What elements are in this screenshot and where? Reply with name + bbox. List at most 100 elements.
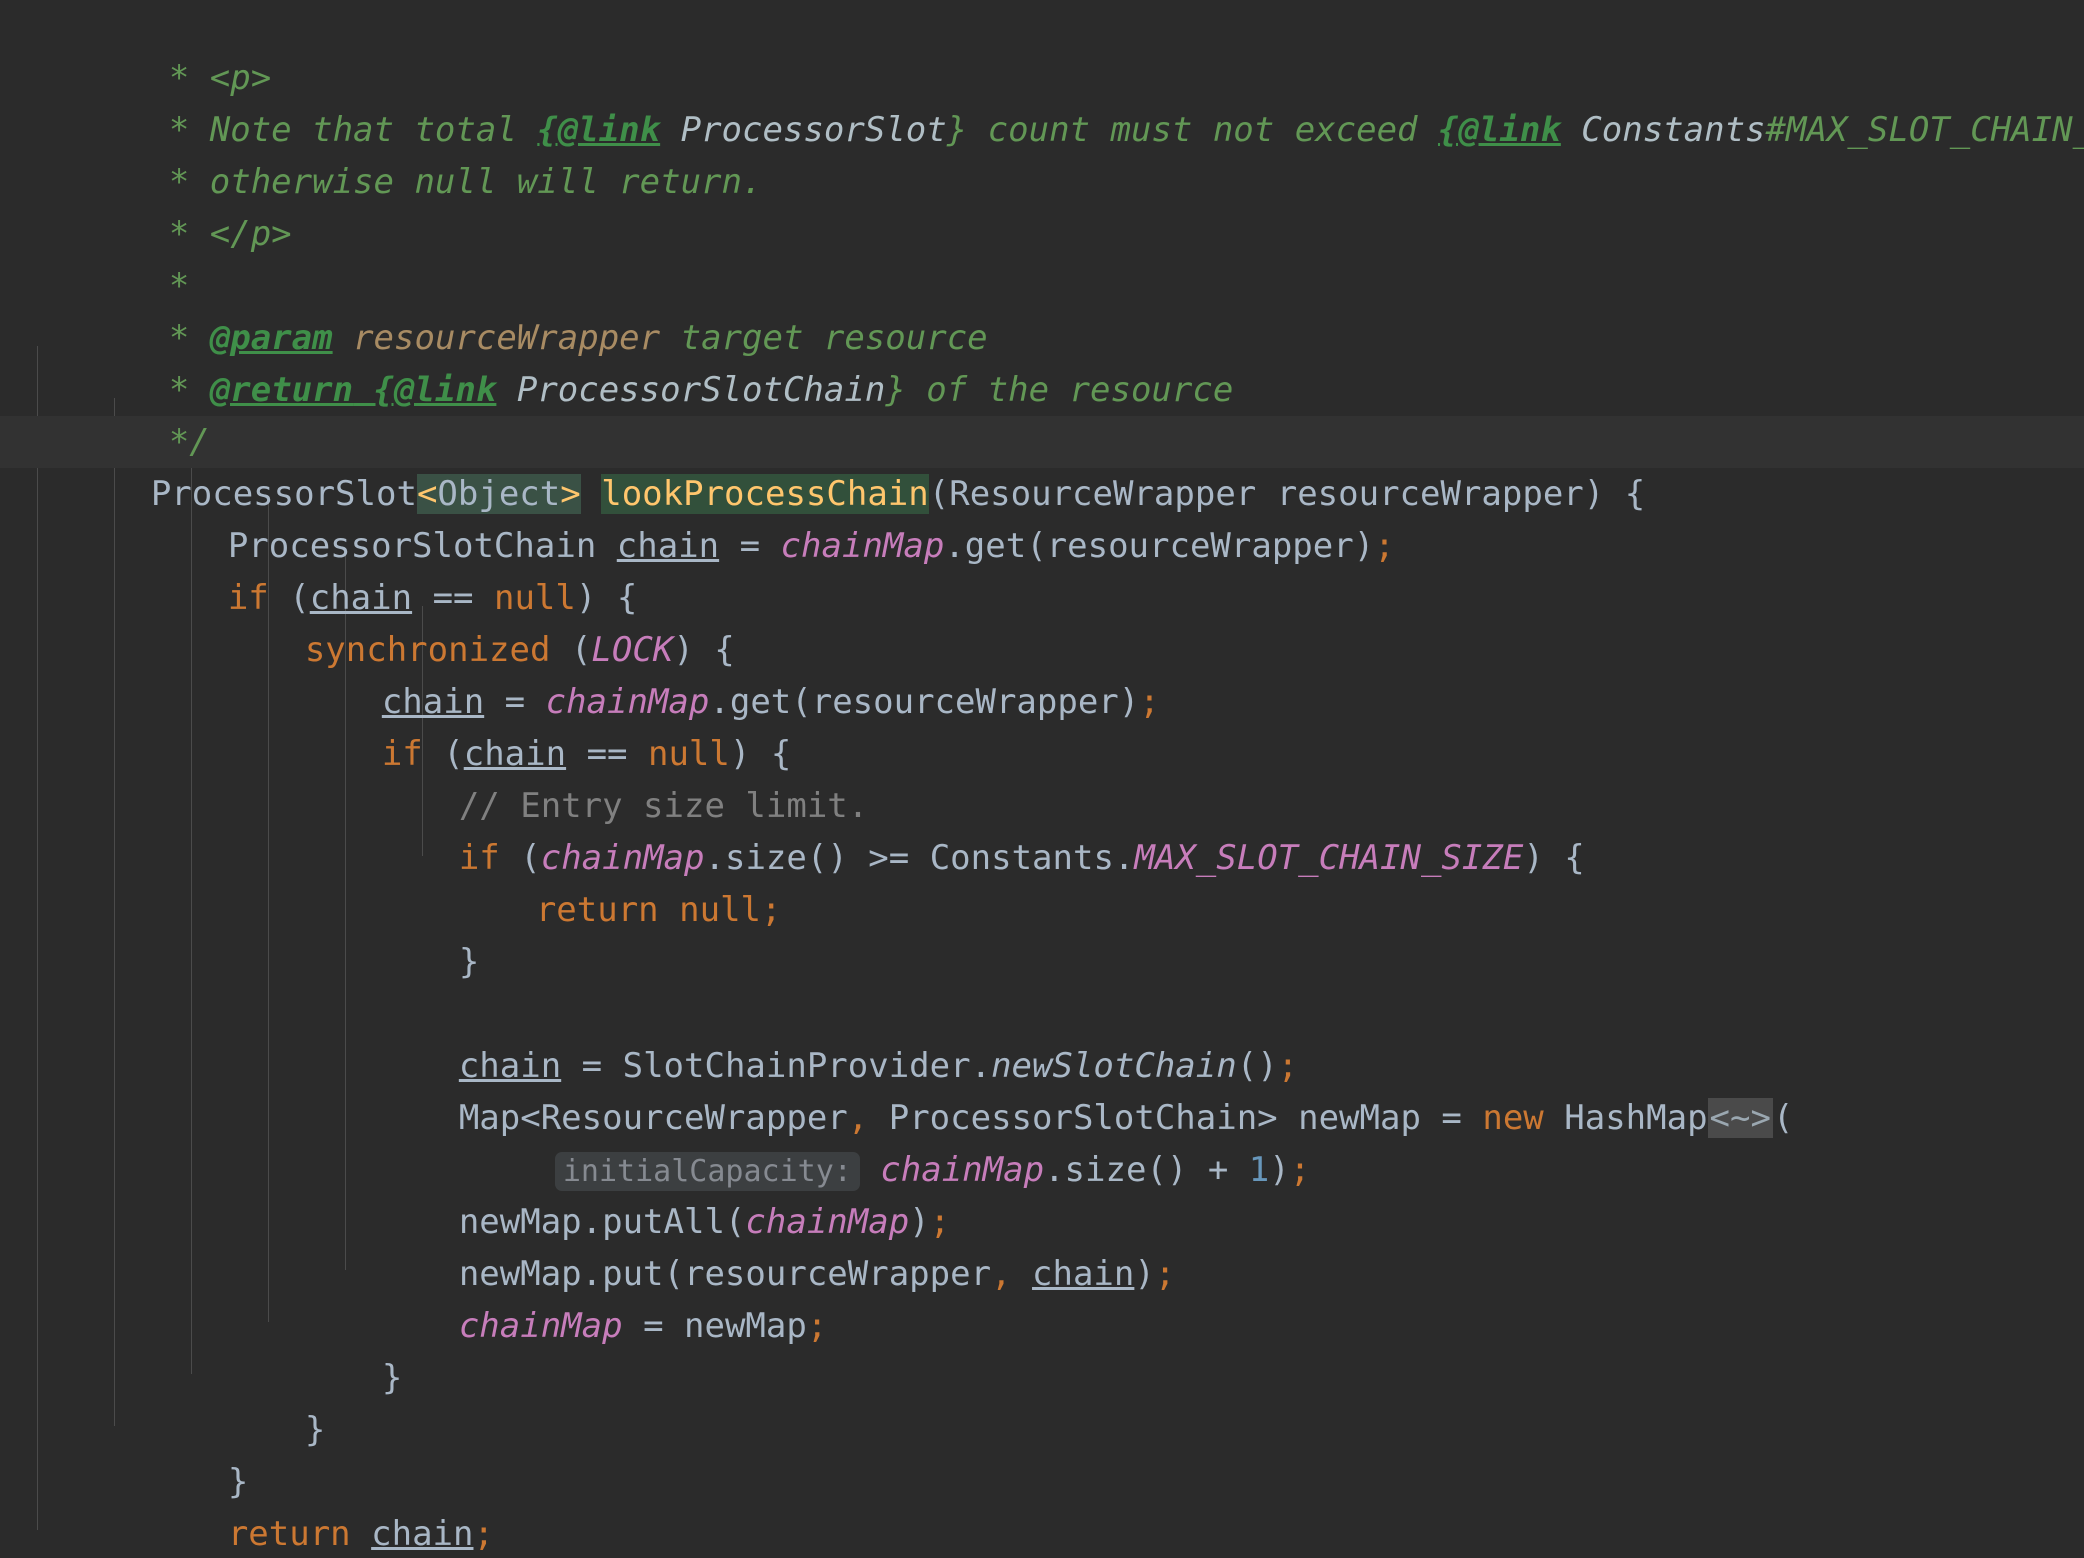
field-chainmap[interactable]: chainMap: [745, 1202, 909, 1242]
code-line-if-size-limit[interactable]: if (chainMap.size() >= Constants.MAX_SLO…: [0, 780, 2084, 878]
brace-open: {: [596, 578, 638, 618]
javadoc-brace: }: [946, 110, 968, 150]
code-line-javadoc-param[interactable]: * @param resourceWrapper target resource: [0, 260, 2084, 358]
class-slotchainprovider[interactable]: SlotChainProvider.: [623, 1046, 991, 1086]
code-line-comment-entry-size[interactable]: // Entry size limit.: [0, 728, 2084, 826]
local-variable-chain[interactable]: chain: [464, 734, 566, 774]
code-line-chain-new-slotchain[interactable]: chain = SlotChainProvider.newSlotChain()…: [0, 988, 2084, 1086]
keyword-return: return: [535, 890, 680, 930]
javadoc-text: */: [168, 422, 210, 462]
paren-open: (: [928, 474, 950, 514]
code-line-close-brace-synchronized[interactable]: }: [0, 1352, 2084, 1450]
javadoc-text: *: [168, 318, 210, 358]
brace-open: {: [693, 630, 735, 670]
javadoc-link-tag[interactable]: {@link: [353, 370, 497, 410]
method-call-put[interactable]: newMap.put(resourceWrapper: [459, 1254, 991, 1294]
code-line-return-chain[interactable]: return chain;: [0, 1456, 2084, 1554]
field-chainmap[interactable]: chainMap: [546, 682, 710, 722]
local-variable-chain[interactable]: chain: [617, 526, 719, 566]
method-call-putall[interactable]: newMap.putAll(: [459, 1202, 746, 1242]
javadoc-text: *: [168, 266, 190, 306]
comma: ,: [991, 1254, 1012, 1294]
method-call-get[interactable]: .get(resourceWrapper): [944, 526, 1374, 566]
javadoc-param-name: resourceWrapper: [332, 318, 661, 358]
local-variable-chain[interactable]: chain: [459, 1046, 561, 1086]
method-name-declaration[interactable]: lookProcessChain: [601, 474, 929, 514]
paren-close: ): [575, 578, 597, 618]
code-line-javadoc-p-open[interactable]: * <p>: [0, 0, 2084, 98]
paren-close: ): [673, 630, 694, 670]
signature-space: [581, 474, 601, 514]
paren-close: ): [1523, 838, 1544, 878]
closing-brace: }: [304, 1410, 326, 1450]
javadoc-text: *: [168, 370, 210, 410]
constant-max-slot-chain-size[interactable]: MAX_SLOT_CHAIN_SIZE: [1134, 838, 1523, 878]
paren-open: (: [570, 630, 592, 670]
keyword-null: null: [647, 734, 730, 774]
class-constants[interactable]: Constants.: [909, 838, 1135, 878]
line-comment: // Entry size limit.: [458, 786, 869, 826]
field-chainmap[interactable]: chainMap: [880, 1150, 1044, 1190]
javadoc-text: * </p>: [168, 214, 292, 254]
keyword-if: if: [227, 578, 290, 618]
assignment-expression: = newMap: [622, 1306, 807, 1346]
local-variable-chain[interactable]: chain: [382, 682, 484, 722]
local-variable-chain[interactable]: chain: [1032, 1254, 1134, 1294]
parameter-type: ResourceWrapper: [949, 474, 1257, 514]
code-editor[interactable]: * <p> * Note that total {@link Processor…: [0, 0, 2084, 1558]
javadoc-text: * Note that total: [168, 110, 538, 150]
local-variable-chain[interactable]: chain: [310, 578, 412, 618]
assignment-operator: =: [561, 1046, 623, 1086]
code-line-close-brace-if-size[interactable]: }: [0, 884, 2084, 982]
paren-close: ): [1269, 1150, 1290, 1190]
code-lines[interactable]: * <p> * Note that total {@link Processor…: [0, 0, 2084, 1558]
code-line-method-signature[interactable]: ProcessorSlot<Object> lookProcessChain(R…: [0, 416, 2084, 514]
local-variable-chain[interactable]: chain: [371, 1514, 473, 1554]
semicolon: ;: [929, 1202, 951, 1242]
javadoc-param-description: target resource: [660, 318, 988, 358]
paren-open: (: [289, 578, 310, 618]
javadoc-return-tag[interactable]: @return: [210, 370, 353, 410]
javadoc-link-target: ProcessorSlot: [660, 110, 947, 150]
keyword-if: if: [458, 838, 521, 878]
method-call-get[interactable]: .get(resourceWrapper): [709, 682, 1139, 722]
paren-open: (: [443, 734, 464, 774]
javadoc-link-tag[interactable]: {@link: [1438, 110, 1561, 150]
code-line-close-brace-if-inner[interactable]: }: [0, 1300, 2084, 1398]
static-method-newslotchain[interactable]: newSlotChain: [991, 1046, 1237, 1086]
field-chainmap[interactable]: chainMap: [541, 838, 705, 878]
keyword-return: return: [227, 1514, 372, 1554]
assignment-operator: =: [719, 526, 781, 566]
method-call-size[interactable]: .size(): [705, 838, 869, 878]
inlay-parameter-hint-initialcapacity[interactable]: initialCapacity:: [554, 1152, 860, 1191]
brace-open: {: [1543, 838, 1585, 878]
code-line-blank[interactable]: [0, 936, 2084, 988]
semicolon: ;: [761, 890, 782, 930]
javadoc-link-tag[interactable]: {@link: [537, 110, 660, 150]
closing-brace: }: [458, 942, 480, 982]
code-line-javadoc-blank[interactable]: *: [0, 208, 2084, 306]
field-chainmap[interactable]: chainMap: [459, 1306, 623, 1346]
paren-open: (: [1772, 1098, 1794, 1138]
greater-equal-operator: >=: [868, 838, 910, 878]
class-hashmap[interactable]: HashMap: [1544, 1098, 1707, 1138]
closing-brace: }: [381, 1358, 403, 1398]
equality-operator: ==: [412, 578, 494, 618]
javadoc-brace: }: [885, 370, 906, 410]
generic-angle-close: >: [560, 474, 581, 514]
field-chainmap[interactable]: chainMap: [781, 526, 945, 566]
code-line-javadoc-note[interactable]: * Note that total {@link ProcessorSlot} …: [0, 52, 2084, 150]
keyword-new: new: [1482, 1098, 1544, 1138]
map-value-type: ProcessorSlotChain> newMap: [868, 1098, 1442, 1138]
semicolon: ;: [1374, 526, 1395, 566]
static-field-lock[interactable]: LOCK: [591, 630, 673, 670]
assignment-operator: =: [484, 682, 546, 722]
javadoc-param-tag[interactable]: @param: [210, 318, 333, 358]
paren-open: (: [520, 838, 541, 878]
brace-open: {: [1604, 474, 1646, 514]
code-line-newmap-put[interactable]: newMap.put(resourceWrapper, chain);: [0, 1196, 2084, 1294]
paren-close: ): [1583, 474, 1605, 514]
diamond-operator-icon: <~>: [1707, 1098, 1773, 1138]
method-call-size[interactable]: .size() +: [1044, 1150, 1249, 1190]
keyword-synchronized: synchronized: [304, 630, 571, 670]
